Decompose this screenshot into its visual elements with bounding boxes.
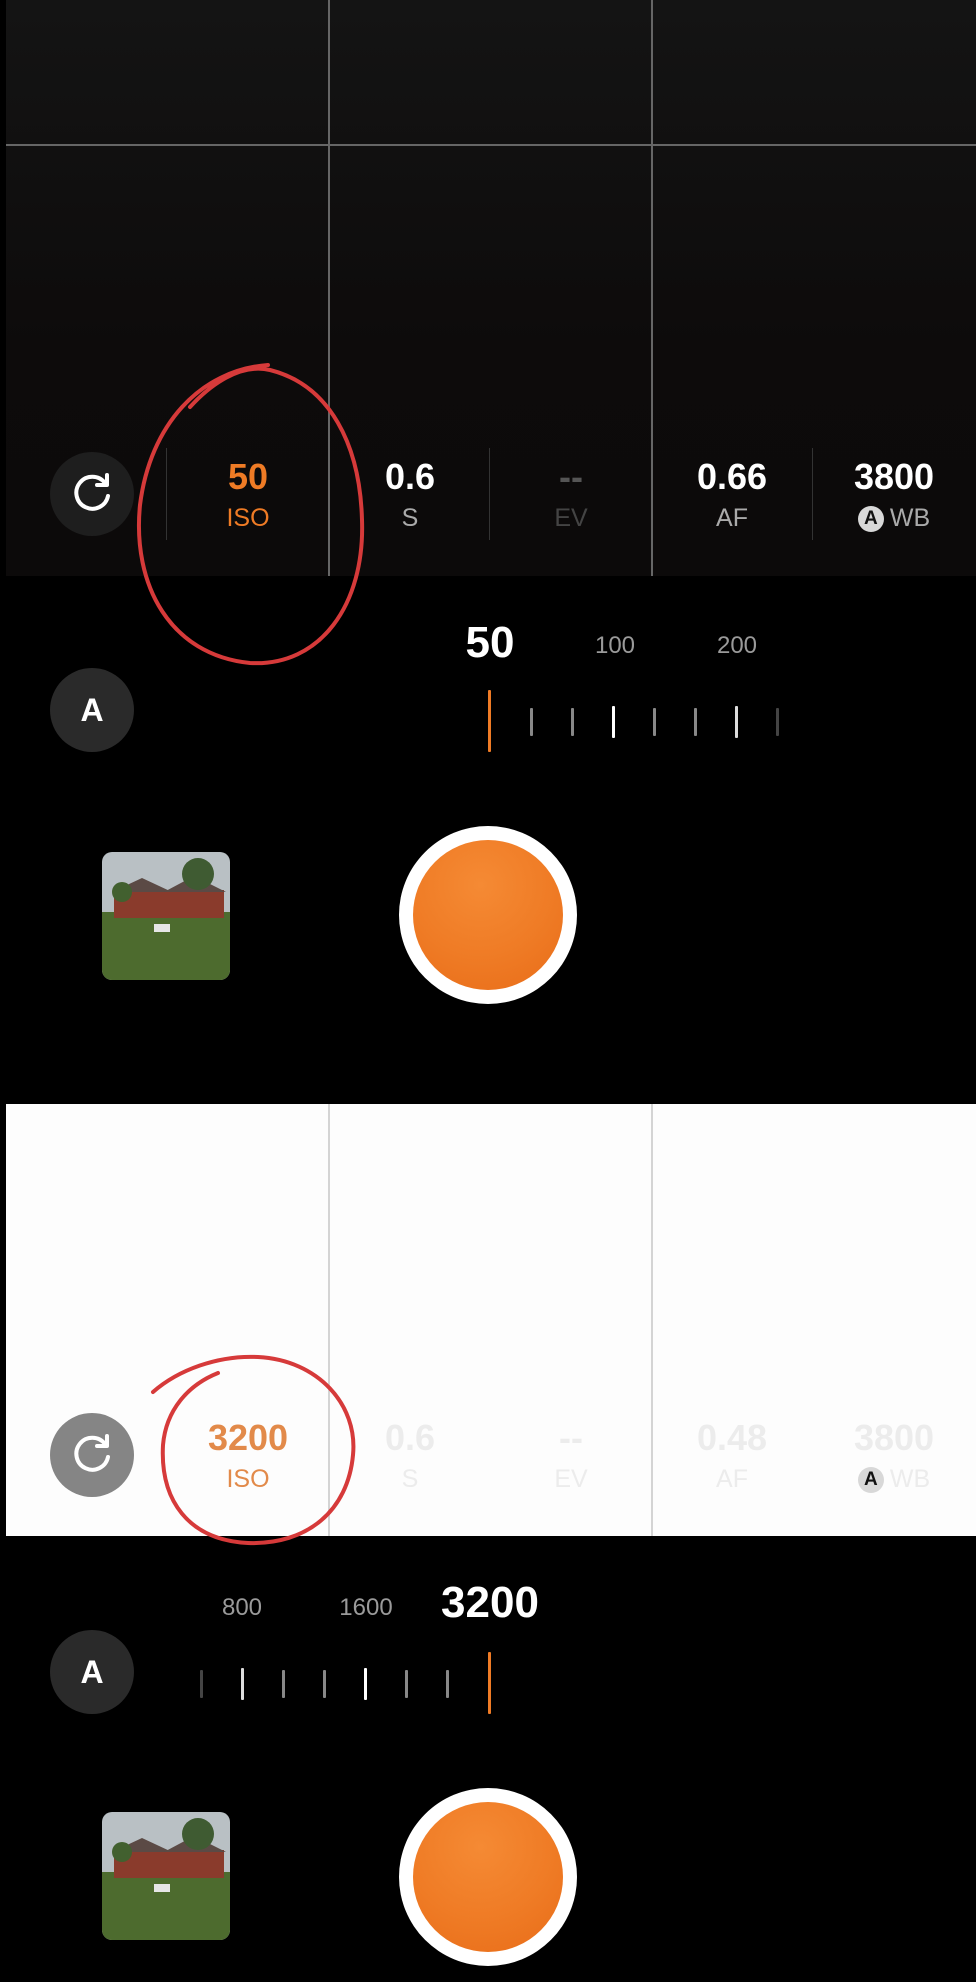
- dial-tick: [612, 706, 615, 738]
- dial-tick: [653, 708, 656, 736]
- shutter-button[interactable]: [399, 826, 577, 1004]
- param-af[interactable]: 0.66 AF: [652, 456, 812, 534]
- param-ev[interactable]: -- EV: [491, 456, 651, 534]
- auto-mode-button[interactable]: A: [50, 1630, 134, 1714]
- dial-tick: [364, 1668, 367, 1700]
- param-af[interactable]: 0.48 AF: [652, 1417, 812, 1495]
- grid-line: [6, 144, 976, 146]
- param-value: --: [559, 456, 583, 497]
- param-value: 0.66: [696, 456, 768, 497]
- dial-indicator: [488, 690, 491, 752]
- dial-number: 800: [221, 1594, 263, 1621]
- dial-tick: [282, 1670, 285, 1698]
- param-label-row: A WB: [814, 502, 974, 534]
- param-value: 3800: [853, 456, 935, 497]
- param-value: --: [559, 1417, 583, 1458]
- thumbnail-image: [102, 852, 230, 980]
- dial-current-value: 50: [465, 618, 515, 667]
- dial-tick: [776, 708, 779, 736]
- param-label: EV: [554, 504, 588, 532]
- dial-tick: [446, 1670, 449, 1698]
- annotation-circle: [151, 1354, 356, 1546]
- dial-indicator: [488, 1652, 491, 1714]
- shutter-inner: [413, 1802, 563, 1952]
- dial-tick: [241, 1668, 244, 1700]
- shutter-inner: [413, 840, 563, 990]
- dial-tick: [694, 708, 697, 736]
- param-label: EV: [554, 1465, 588, 1493]
- gallery-thumbnail[interactable]: [102, 852, 230, 980]
- param-separator: [812, 448, 813, 540]
- shutter-button[interactable]: [399, 1788, 577, 1966]
- param-ev[interactable]: -- EV: [491, 1417, 651, 1495]
- refresh-icon: [74, 1434, 110, 1472]
- param-value: 0.48: [696, 1417, 768, 1458]
- auto-wb-badge: A: [857, 1467, 884, 1493]
- dial-tick: [530, 708, 533, 736]
- dial-number: 1600: [339, 1594, 393, 1621]
- param-label: WB: [889, 504, 931, 532]
- iso-dial[interactable]: [190, 1642, 510, 1714]
- refresh-icon: [74, 473, 110, 511]
- param-label-row: A WB: [814, 1463, 974, 1495]
- auto-wb-badge: A: [857, 506, 884, 532]
- param-value: 3800: [853, 1417, 935, 1458]
- param-wb[interactable]: 3800 A WB: [814, 456, 974, 534]
- dial-number: 100: [594, 632, 636, 659]
- annotation-circle: [137, 363, 365, 666]
- param-wb[interactable]: 3800 A WB: [814, 1417, 974, 1495]
- auto-mode-button[interactable]: A: [50, 668, 134, 752]
- dial-tick: [571, 708, 574, 736]
- dial-current-value: 3200: [441, 1578, 539, 1627]
- dial-tick: [323, 1670, 326, 1698]
- iso-dial[interactable]: [450, 680, 810, 752]
- gallery-thumbnail[interactable]: [102, 1812, 230, 1940]
- dial-number: 200: [716, 632, 758, 659]
- param-label: AF: [716, 1465, 748, 1493]
- param-label: WB: [889, 1465, 931, 1493]
- dial-tick: [200, 1670, 203, 1698]
- param-label: AF: [716, 504, 748, 532]
- dial-tick: [405, 1670, 408, 1698]
- dial-tick: [735, 706, 738, 738]
- reset-button[interactable]: [50, 1413, 134, 1497]
- thumbnail-image: [102, 1812, 230, 1940]
